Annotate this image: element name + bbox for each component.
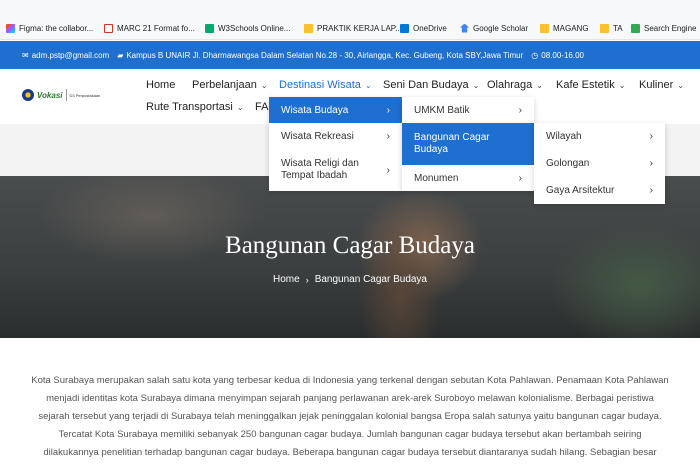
google-scholar-icon (460, 23, 469, 33)
article-line: menjadi identitas kota Surabaya dimana m… (46, 393, 654, 404)
chevron-right-icon: › (649, 131, 653, 142)
clock-icon: ◷ (531, 50, 539, 60)
breadcrumb-current: Bangunan Cagar Budaya (314, 274, 427, 285)
nav-rute-transportasi[interactable]: Rute Transportasi ⌄ (146, 101, 244, 113)
mail-icon: ✉ (22, 50, 29, 60)
nav-destinasi-wisata[interactable]: Destinasi Wisata ⌄ (279, 79, 372, 91)
nav-kafe-estetik[interactable]: Kafe Estetik ⌄ (556, 79, 625, 91)
chevron-down-icon: ⌄ (236, 102, 244, 112)
article-body: Kota Surabaya merupakan salah satu kota … (0, 372, 700, 462)
menu-item-golongan[interactable]: Golongan › (534, 150, 665, 177)
nav-home[interactable]: Home (146, 79, 175, 91)
bookmark-google-scholar[interactable]: Google Scholar (460, 20, 528, 36)
contact-hours: ◷ 08.00-16.00 (531, 50, 584, 60)
bookmark-w3schools[interactable]: W3Schools Online... (205, 20, 290, 36)
article-line: sejarah tersebut yang terjadi di Surabay… (38, 411, 662, 422)
dropdown-bangunan-cagar-budaya: Wilayah › Golongan › Gaya Arsitektur › (534, 123, 665, 204)
menu-item-monumen[interactable]: Monumen › (402, 165, 534, 191)
article-line: Tercatat Kota Surabaya memiliki sebanyak… (58, 429, 642, 440)
article-line: Kota Surabaya merupakan salah satu kota … (31, 375, 669, 386)
breadcrumb-home[interactable]: Home (273, 274, 300, 285)
chevron-down-icon: ⌄ (364, 80, 372, 90)
w3schools-icon (205, 23, 214, 33)
bookmark-search-engine[interactable]: Search Engine (631, 20, 696, 36)
chevron-right-icon: › (518, 172, 522, 184)
menu-item-wisata-religi[interactable]: Wisata Religi dan Tempat Ibadah › (269, 149, 402, 191)
nav-kuliner[interactable]: Kuliner ⌄ (639, 79, 684, 91)
marc-icon (104, 23, 113, 33)
chevron-down-icon: ⌄ (677, 80, 684, 90)
folder-icon (304, 23, 313, 33)
bookmark-praktik[interactable]: PRAKTIK KERJA LAP... (304, 20, 402, 36)
search-icon (631, 23, 640, 33)
folder-icon (540, 23, 549, 33)
dropdown-wisata-budaya: UMKM Batik › Bangunan Cagar Budaya Monumen… (402, 97, 534, 191)
figma-icon (6, 23, 15, 33)
chevron-right-icon: › (649, 158, 653, 169)
chevron-right-icon: › (305, 274, 309, 285)
article-line: dilakukannya penelitian terhadap banguna… (43, 447, 657, 458)
chevron-right-icon: › (386, 130, 390, 142)
menu-item-bangunan-cagar-budaya[interactable]: Bangunan Cagar Budaya (402, 123, 534, 165)
chevron-down-icon: ⌄ (260, 80, 268, 90)
chevron-right-icon: › (386, 164, 390, 176)
dropdown-destinasi-wisata: Wisata Budaya › Wisata Rekreasi › Wisata R… (269, 97, 402, 191)
nav-olahraga[interactable]: Olahraga ⌄ (487, 79, 543, 91)
bookmark-marc21[interactable]: MARC 21 Format fo... (104, 20, 195, 36)
contact-address: ▰ Kampus B UNAIR Jl. Dharmawangsa Dalam S… (117, 50, 524, 60)
page-title: Bangunan Cagar Budaya (225, 232, 475, 259)
chevron-down-icon: ⌄ (618, 80, 626, 90)
menu-item-wilayah[interactable]: Wilayah › (534, 123, 665, 150)
onedrive-icon (400, 23, 409, 33)
map-icon: ▰ (117, 50, 124, 60)
bookmark-magang[interactable]: MAGANG (540, 20, 589, 36)
contact-bar: ✉ adm.pstp@gmail.com ▰ Kampus B UNAIR Jl. … (0, 41, 700, 69)
breadcrumb: Home › Bangunan Cagar Budaya (0, 274, 700, 285)
university-emblem-icon (22, 89, 34, 101)
menu-item-umkm-batik[interactable]: UMKM Batik › (402, 97, 534, 123)
bookmark-ta[interactable]: TA (600, 20, 623, 36)
chevron-down-icon: ⌄ (472, 80, 480, 90)
menu-item-wisata-budaya[interactable]: Wisata Budaya › (269, 97, 402, 123)
contact-email[interactable]: ✉ adm.pstp@gmail.com (22, 51, 109, 60)
folder-icon (600, 23, 609, 33)
bookmark-figma[interactable]: Figma: the collabor... (6, 20, 93, 36)
chevron-down-icon: ⌄ (536, 80, 543, 90)
chevron-right-icon: › (518, 104, 522, 116)
menu-item-gaya-arsitektur[interactable]: Gaya Arsitektur › (534, 177, 665, 204)
chevron-right-icon: › (386, 104, 390, 116)
chevron-right-icon: › (649, 185, 653, 196)
menu-item-wisata-rekreasi[interactable]: Wisata Rekreasi › (269, 123, 402, 149)
nav-perbelanjaan[interactable]: Perbelanjaan ⌄ (192, 79, 268, 91)
bookmark-onedrive[interactable]: OneDrive (400, 20, 447, 36)
bookmarks-bar: Figma: the collabor... MARC 21 Format fo… (0, 0, 700, 40)
site-logo[interactable]: Vokasi D3 Perpustakaan (22, 89, 100, 101)
nav-seni-budaya[interactable]: Seni Dan Budaya ⌄ (383, 79, 479, 91)
